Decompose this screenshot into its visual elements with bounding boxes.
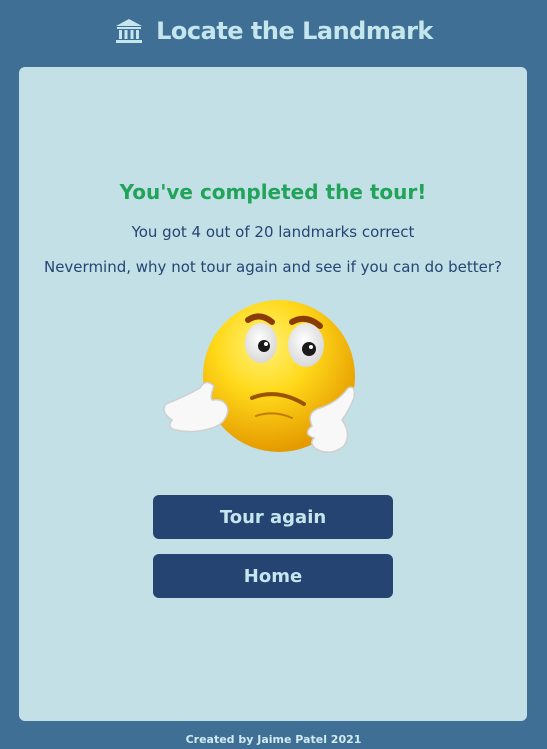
completion-heading: You've completed the tour! (119, 180, 427, 204)
home-button[interactable]: Home (153, 554, 393, 598)
encouragement-message: Nevermind, why not tour again and see if… (43, 258, 503, 276)
confused-emoji-illustration (163, 300, 356, 453)
app-title: Locate the Landmark (156, 17, 433, 45)
tour-again-button[interactable]: Tour again (153, 495, 393, 539)
footer-credit: Created by Jaime Patel 2021 (185, 733, 362, 746)
app-header: Locate the Landmark (0, 0, 547, 62)
landmark-building-icon (116, 19, 143, 43)
results-card: You've completed the tour! You got 4 out… (19, 67, 527, 721)
score-text: You got 4 out of 20 landmarks correct (131, 223, 415, 241)
